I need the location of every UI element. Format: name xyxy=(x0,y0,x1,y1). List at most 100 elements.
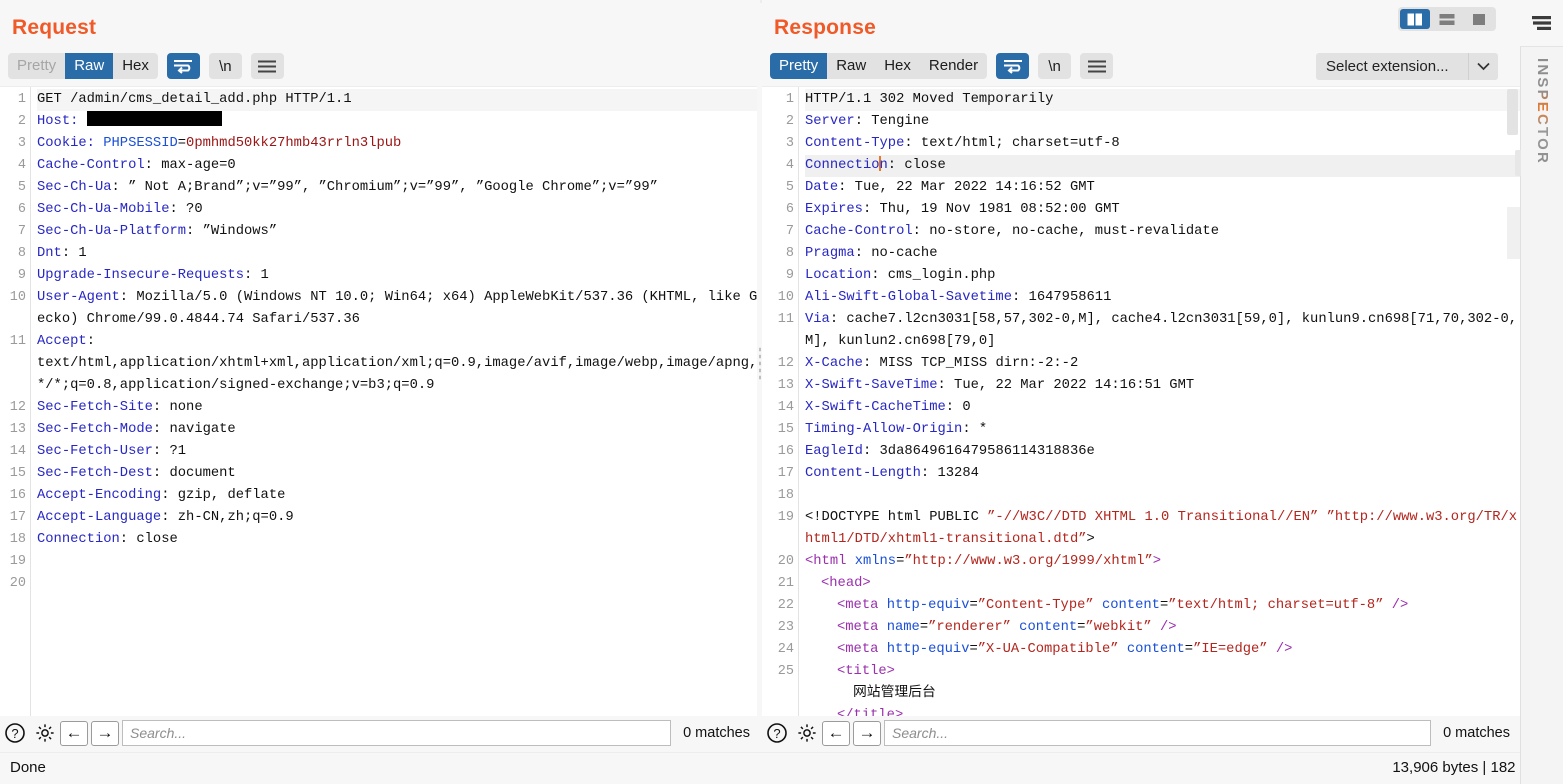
response-code-line[interactable]: X-Swift-SaveTime: Tue, 22 Mar 2022 14:16… xyxy=(805,375,1520,397)
response-show-newlines-toggle[interactable]: \n xyxy=(1038,53,1072,79)
inspector-label[interactable]: INSPECTOR xyxy=(1521,52,1563,232)
request-code-token: : close xyxy=(119,532,178,547)
response-code-line[interactable]: 网站管理后台 xyxy=(805,683,1520,705)
request-tab-pretty[interactable]: Pretty xyxy=(8,53,65,79)
response-help-icon[interactable]: ? xyxy=(762,718,792,748)
request-code-line[interactable]: GET /admin/cms_detail_add.php HTTP/1.1 xyxy=(37,89,759,111)
request-code-line[interactable]: Sec-Fetch-Site: none xyxy=(37,397,759,419)
response-tab-pretty[interactable]: Pretty xyxy=(770,53,828,79)
request-code-line[interactable] xyxy=(37,551,759,573)
response-tab-render[interactable]: Render xyxy=(920,53,987,79)
response-code-line[interactable]: <head> xyxy=(805,573,1520,595)
request-code-line[interactable]: Sec-Fetch-User: ?1 xyxy=(37,441,759,463)
request-code-line[interactable]: Sec-Ch-Ua: ” Not A;Brand”;v=”99”, ”Chrom… xyxy=(37,177,759,199)
response-code-line[interactable]: <!DOCTYPE html PUBLIC ”-//W3C//DTD XHTML… xyxy=(805,507,1520,551)
request-code-line[interactable]: Connection: close xyxy=(37,529,759,551)
response-code-line[interactable]: Connection: close xyxy=(805,155,1520,177)
request-code-token: Sec-Fetch-Mode xyxy=(37,422,153,437)
response-code-line[interactable]: Ali-Swift-Global-Savetime: 1647958611 xyxy=(805,287,1520,309)
response-word-wrap-toggle[interactable] xyxy=(996,53,1030,79)
response-code-line[interactable]: <html xmlns=”http://www.w3.org/1999/xhtm… xyxy=(805,551,1520,573)
request-tab-hex[interactable]: Hex xyxy=(113,53,158,79)
request-code-line[interactable]: Host: xyxy=(37,111,759,133)
request-code-line[interactable]: Upgrade-Insecure-Requests: 1 xyxy=(37,265,759,287)
response-code-line[interactable]: <meta name=”renderer” content=”webkit” /… xyxy=(805,617,1520,639)
response-code-line[interactable]: X-Cache: MISS TCP_MISS dirn:-2:-2 xyxy=(805,353,1520,375)
response-search-input[interactable] xyxy=(884,720,1432,746)
response-code-line[interactable]: EagleId: 3da8649616479586114318836e xyxy=(805,441,1520,463)
response-code-token: /> xyxy=(1267,642,1293,657)
request-code-line[interactable]: User-Agent: Mozilla/5.0 (Windows NT 10.0… xyxy=(37,287,759,331)
response-code-line[interactable]: Timing-Allow-Origin: * xyxy=(805,419,1520,441)
response-code-line[interactable]: <meta http-equiv=”Content-Type” content=… xyxy=(805,595,1520,617)
response-tab-raw[interactable]: Raw xyxy=(827,53,875,79)
svg-text:?: ? xyxy=(773,726,780,741)
layout-vertical-split-button[interactable] xyxy=(1400,9,1430,29)
response-code-text[interactable]: HTTP/1.1 302 Moved Temporarily Server: Te… xyxy=(798,87,1520,716)
response-code-token: = xyxy=(1159,598,1169,613)
response-code-line[interactable]: Date: Tue, 22 Mar 2022 14:16:52 GMT xyxy=(805,177,1520,199)
request-code-line[interactable]: Sec-Ch-Ua-Platform: ”Windows” xyxy=(37,221,759,243)
response-code-line[interactable]: Server: Tengine xyxy=(805,111,1520,133)
request-search-input[interactable] xyxy=(122,720,672,746)
request-code-line[interactable]: Accept-Encoding: gzip, deflate xyxy=(37,485,759,507)
response-code-area[interactable]: 1 2 3 4 5 6 7 8 9 10 11 12 13 14 15 16 17 18 19 20 21 22 23 24 2… xyxy=(762,86,1520,716)
request-code-token: 0pmhmd50kk27hmb43rrln3lpub xyxy=(186,136,402,151)
request-code-token: : max-age=0 xyxy=(144,158,236,173)
response-code-line[interactable]: Pragma: no-cache xyxy=(805,243,1520,265)
request-code-line[interactable]: Cookie: PHPSESSID=0pmhmd50kk27hmb43rrln3… xyxy=(37,133,759,155)
response-code-line[interactable]: Location: cms_login.php xyxy=(805,265,1520,287)
response-code-token: : 3da8649616479586114318836e xyxy=(862,444,1095,459)
response-tab-hex[interactable]: Hex xyxy=(875,53,920,79)
layout-horizontal-split-button[interactable] xyxy=(1432,9,1462,29)
response-code-token: http-equiv xyxy=(886,642,970,657)
request-word-wrap-toggle[interactable] xyxy=(166,53,200,79)
response-code-line[interactable]: <title> xyxy=(805,661,1520,683)
response-code-line[interactable]: Content-Length: 13284 xyxy=(805,463,1520,485)
request-code-line[interactable]: Cache-Control: max-age=0 xyxy=(37,155,759,177)
request-find-previous-button[interactable]: ← xyxy=(60,720,88,746)
response-code-line[interactable]: X-Swift-CacheTime: 0 xyxy=(805,397,1520,419)
response-find-next-button[interactable]: → xyxy=(853,720,881,746)
response-code-token: : MISS TCP_MISS dirn:-2:-2 xyxy=(862,356,1079,371)
response-code-token: : Tue, 22 Mar 2022 14:16:52 GMT xyxy=(838,180,1095,195)
response-code-token: : cms_login.php xyxy=(871,268,996,283)
request-help-icon[interactable]: ? xyxy=(0,718,30,748)
request-code-line[interactable]: Accept-Language: zh-CN,zh;q=0.9 xyxy=(37,507,759,529)
request-find-next-button[interactable]: → xyxy=(91,720,119,746)
request-code-area[interactable]: 1 2 3 4 5 6 7 8 9 10 11 12 13 14 15 16 17 18 19 20 GET /adm… xyxy=(0,86,760,716)
response-code-line[interactable]: Expires: Thu, 19 Nov 1981 08:52:00 GMT xyxy=(805,199,1520,221)
rail-menu-button[interactable] xyxy=(1520,0,1563,47)
response-code-line[interactable]: Via: cache7.l2cn3031[58,57,302-0,M], cac… xyxy=(805,309,1520,353)
request-code-text[interactable]: GET /admin/cms_detail_add.php HTTP/1.1 Ho… xyxy=(30,87,759,716)
response-code-token: Expires xyxy=(805,202,863,217)
response-code-token: ”X-UA-Compatible” xyxy=(977,642,1119,657)
response-title: Response xyxy=(774,16,876,39)
request-code-line[interactable]: Sec-Ch-Ua-Mobile: ?0 xyxy=(37,199,759,221)
request-code-line[interactable] xyxy=(37,573,759,595)
response-code-line[interactable]: Content-Type: text/html; charset=utf-8 xyxy=(805,133,1520,155)
response-find-previous-button[interactable]: ← xyxy=(822,720,850,746)
response-editor-menu[interactable] xyxy=(1080,53,1114,79)
request-code-token: : document xyxy=(152,466,236,481)
select-extension-dropdown[interactable]: Select extension... xyxy=(1316,53,1498,80)
response-code-line[interactable]: <meta http-equiv=”X-UA-Compatible” conte… xyxy=(805,639,1520,661)
request-code-token: Connection xyxy=(37,532,120,547)
response-code-line[interactable] xyxy=(805,485,1520,507)
response-code-line[interactable]: </title> xyxy=(805,705,1520,716)
response-settings-gear-icon[interactable] xyxy=(792,718,822,748)
request-code-token: Sec-Ch-Ua xyxy=(37,180,112,195)
request-code-line[interactable]: Dnt: 1 xyxy=(37,243,759,265)
request-settings-gear-icon[interactable] xyxy=(30,718,60,748)
request-show-newlines-toggle[interactable]: \n xyxy=(208,53,242,79)
response-vertical-scrollbar[interactable] xyxy=(1507,89,1518,135)
response-code-line[interactable]: HTTP/1.1 302 Moved Temporarily xyxy=(805,89,1520,111)
response-code-token xyxy=(1011,620,1019,635)
layout-single-pane-button[interactable] xyxy=(1464,9,1494,29)
request-code-line[interactable]: Sec-Fetch-Mode: navigate xyxy=(37,419,759,441)
request-code-line[interactable]: Sec-Fetch-Dest: document xyxy=(37,463,759,485)
request-editor-menu[interactable] xyxy=(250,53,284,79)
response-code-line[interactable]: Cache-Control: no-store, no-cache, must-… xyxy=(805,221,1520,243)
request-code-line[interactable]: Accept: text/html,application/xhtml+xml,… xyxy=(37,331,759,397)
request-tab-raw[interactable]: Raw xyxy=(65,53,114,79)
